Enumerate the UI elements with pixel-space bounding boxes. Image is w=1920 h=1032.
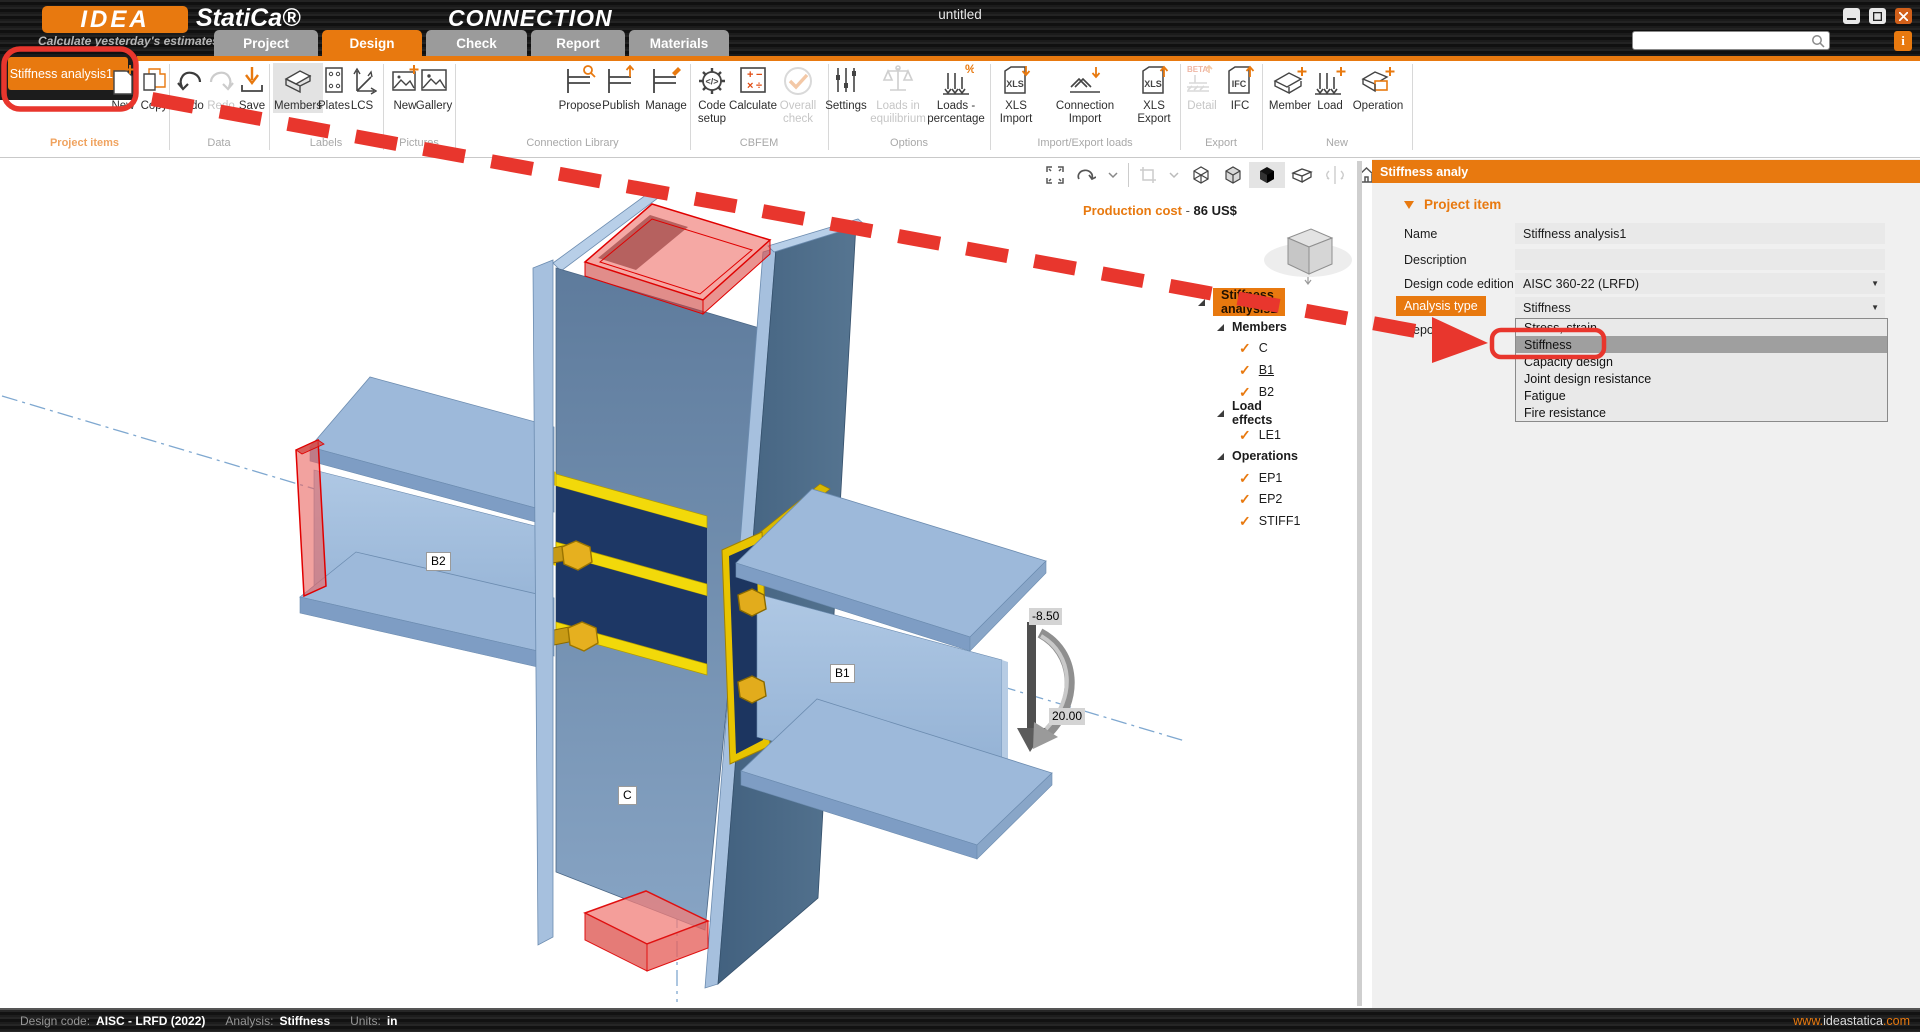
- tree-item-ep1[interactable]: ✓EP1: [1239, 469, 1282, 487]
- hidden-line-view-icon[interactable]: [1223, 165, 1243, 185]
- option-joint-design-resistance[interactable]: Joint design resistance: [1516, 370, 1887, 387]
- search-input[interactable]: [1632, 31, 1830, 50]
- tree-section-members[interactable]: Members: [1217, 318, 1287, 336]
- rotate-view-icon[interactable]: [1076, 166, 1096, 184]
- check-icon[interactable]: ✓: [1239, 340, 1251, 357]
- analysis-type-dropdown: Stress, strain Stiffness Capacity design…: [1515, 318, 1888, 422]
- production-cost-label: Production cost: [1083, 203, 1182, 218]
- minimize-button[interactable]: [1843, 8, 1860, 24]
- option-stiffness[interactable]: Stiffness: [1516, 336, 1887, 353]
- panel-title: Stiffness analy: [1372, 160, 1920, 183]
- connection-3d-model: [0, 0, 1365, 1010]
- moment-value-badge: 20.00: [1049, 708, 1085, 725]
- tree-root-stiffness-analysis[interactable]: Stiffness analysis1: [1198, 293, 1285, 311]
- analysis-type-select[interactable]: Stiffness▼: [1515, 297, 1885, 318]
- option-fire-resistance[interactable]: Fire resistance: [1516, 404, 1887, 421]
- field-label-analysis-type: Analysis type: [1396, 296, 1486, 316]
- minimize-icon: [1847, 12, 1856, 21]
- chevron-down-icon[interactable]: [1108, 171, 1118, 179]
- tree-section-operations[interactable]: Operations: [1217, 447, 1298, 465]
- properties-panel: Stiffness analy Project item Name Stiffn…: [1372, 159, 1920, 1008]
- member-label-b1[interactable]: B1: [830, 664, 855, 683]
- analysis-label: Analysis:: [225, 1014, 273, 1028]
- wireframe-view-icon[interactable]: [1191, 165, 1211, 185]
- option-fatigue[interactable]: Fatigue: [1516, 387, 1887, 404]
- expand-triangle-icon[interactable]: [1217, 324, 1224, 331]
- chevron-down-icon: ▼: [1871, 303, 1879, 312]
- tree-item-b1[interactable]: ✓B1: [1239, 361, 1274, 379]
- maximize-button[interactable]: [1869, 8, 1886, 24]
- maximize-icon: [1873, 12, 1882, 21]
- design-code-value: AISC - LRFD (2022): [96, 1014, 205, 1028]
- tree-section-load-effects[interactable]: Load effects: [1217, 404, 1272, 422]
- close-icon: [1899, 12, 1908, 21]
- member-label-c[interactable]: C: [618, 786, 637, 805]
- tree-item-ep2[interactable]: ✓EP2: [1239, 490, 1282, 508]
- collapse-triangle-icon[interactable]: [1404, 201, 1414, 209]
- units-value: in: [387, 1014, 398, 1028]
- tree-item-stiff1[interactable]: ✓STIFF1: [1239, 512, 1300, 530]
- member-label-b2[interactable]: B2: [426, 552, 451, 571]
- section-crop-icon[interactable]: [1139, 166, 1157, 184]
- name-field[interactable]: Stiffness analysis1: [1515, 223, 1885, 244]
- transparent-view-icon[interactable]: [1291, 166, 1313, 184]
- field-label-name: Name: [1404, 227, 1437, 241]
- expand-triangle-icon[interactable]: [1198, 299, 1205, 306]
- viewport-panel-divider[interactable]: [1357, 161, 1362, 1006]
- beam-b2: [296, 377, 554, 668]
- navigation-cube[interactable]: [1258, 214, 1358, 286]
- zoom-fit-icon[interactable]: [1046, 166, 1064, 184]
- tree-item-le1[interactable]: ✓LE1: [1239, 426, 1281, 444]
- close-button[interactable]: [1895, 8, 1912, 24]
- rotation-dimension-arrow: [1017, 622, 1070, 752]
- tree-item-c[interactable]: ✓C: [1239, 339, 1268, 357]
- solid-view-icon[interactable]: [1249, 162, 1285, 188]
- option-capacity-design[interactable]: Capacity design: [1516, 353, 1887, 370]
- chevron-down-icon: ▼: [1871, 279, 1879, 288]
- check-icon[interactable]: ✓: [1239, 470, 1251, 487]
- website-link[interactable]: www.ideastatica.com: [1793, 1014, 1910, 1028]
- check-icon[interactable]: ✓: [1239, 513, 1251, 530]
- design-code-label: Design code:: [20, 1014, 90, 1028]
- option-stress-strain[interactable]: Stress, strain: [1516, 319, 1887, 336]
- chevron-down-icon[interactable]: [1169, 171, 1179, 179]
- production-cost-value: 86 US$: [1194, 203, 1237, 218]
- toolbar-separator: [1128, 163, 1129, 187]
- check-icon[interactable]: ✓: [1239, 427, 1251, 444]
- field-label-description: Description: [1404, 253, 1467, 267]
- check-icon[interactable]: ✓: [1239, 384, 1251, 401]
- check-icon[interactable]: ✓: [1239, 491, 1251, 508]
- description-field[interactable]: [1515, 249, 1885, 270]
- units-label: Units:: [350, 1014, 381, 1028]
- info-button[interactable]: i: [1894, 31, 1912, 51]
- expand-triangle-icon[interactable]: [1217, 410, 1224, 417]
- viewport-toolbar: [1040, 160, 1382, 190]
- section-project-item[interactable]: Project item: [1404, 197, 1501, 212]
- column-left-flange: [533, 260, 553, 945]
- idea-statica-connection-window: IDEA StatiCa® CONNECTION Calculate yeste…: [0, 0, 1920, 1032]
- status-bar: Design code: AISC - LRFD (2022) Analysis…: [0, 1008, 1920, 1032]
- field-label-design-code-edition: Design code edition: [1404, 277, 1514, 291]
- expand-triangle-icon[interactable]: [1217, 453, 1224, 460]
- production-cost: Production cost - 86 US$: [1083, 203, 1237, 218]
- rotation-value-badge: -8.50: [1029, 608, 1062, 625]
- analysis-value: Stiffness: [279, 1014, 330, 1028]
- field-label-report: Report: [1404, 323, 1442, 337]
- beam-b2-centerline: [2, 396, 345, 498]
- check-icon[interactable]: ✓: [1239, 362, 1251, 379]
- mirror-rotate-icon[interactable]: [1325, 165, 1345, 185]
- design-code-edition-select[interactable]: AISC 360-22 (LRFD)▼: [1515, 273, 1885, 294]
- search-icon: [1811, 34, 1826, 49]
- group-separator: [1412, 64, 1413, 150]
